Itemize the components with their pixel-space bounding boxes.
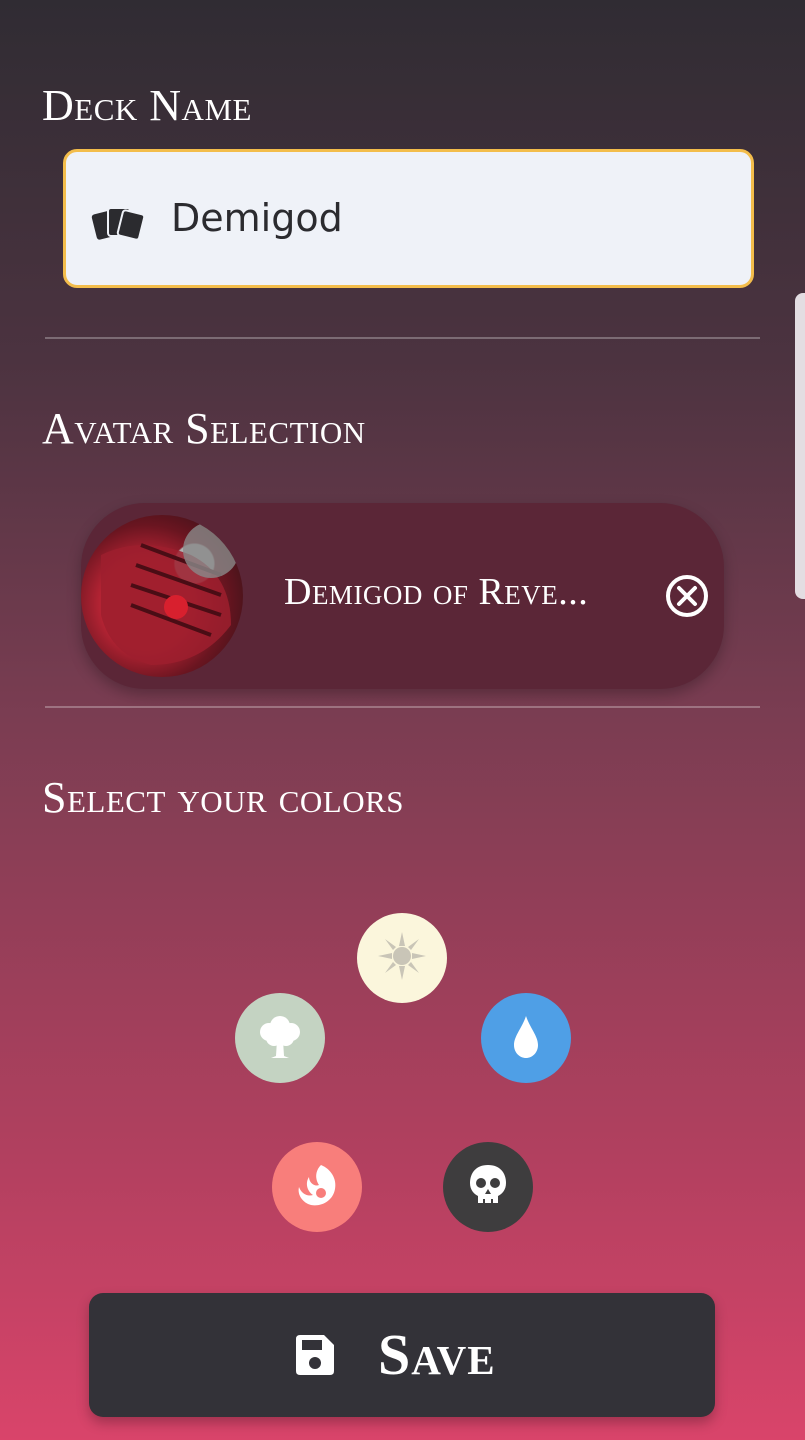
scroll-handle[interactable] [795, 293, 805, 599]
avatar-chip[interactable]: Demigod of Reve... [81, 503, 724, 689]
skull-icon [462, 1159, 514, 1216]
deck-name-value: Demigod [171, 196, 343, 240]
close-circle-icon[interactable] [664, 573, 710, 619]
avatar-selection-heading: Avatar Selection [42, 404, 366, 453]
divider [45, 337, 760, 339]
mana-green-button[interactable] [235, 993, 325, 1083]
divider [45, 706, 760, 708]
sun-icon [376, 930, 428, 987]
avatar-card-name: Demigod of Reve... [284, 571, 589, 613]
tree-icon [254, 1010, 306, 1067]
deck-name-heading: Deck Name [42, 81, 252, 130]
save-button[interactable]: Save [89, 1293, 715, 1417]
floppy-disk-icon [292, 1333, 336, 1377]
mana-black-button[interactable] [443, 1142, 533, 1232]
select-colors-heading: Select your colors [42, 773, 405, 822]
save-label: Save [378, 1322, 496, 1387]
fire-icon [291, 1159, 343, 1216]
mana-blue-button[interactable] [481, 993, 571, 1083]
mana-white-button[interactable] [357, 913, 447, 1003]
deck-name-input[interactable]: Demigod [63, 149, 754, 288]
avatar-image [81, 515, 243, 677]
mana-red-button[interactable] [272, 1142, 362, 1232]
water-drop-icon [500, 1010, 552, 1067]
cards-icon [90, 204, 146, 241]
